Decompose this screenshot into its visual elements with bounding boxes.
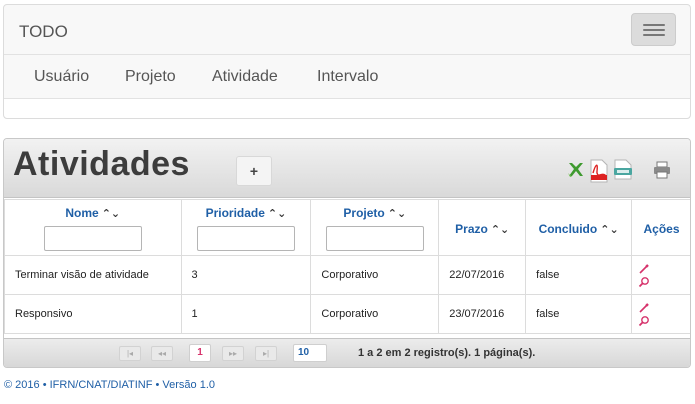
paginator-report: 1 a 2 em 2 registro(s). 1 página(s). [358, 347, 536, 359]
page-button-1[interactable]: 1 [189, 344, 211, 362]
sort-icon[interactable]: ⌃⌄ [491, 224, 509, 236]
sort-icon[interactable]: ⌃⌄ [600, 224, 618, 236]
excel-icon[interactable] [566, 159, 586, 179]
column-label[interactable]: Nome [65, 206, 98, 220]
sort-icon[interactable]: ⌃⌄ [102, 208, 120, 220]
cell-actions [631, 255, 690, 295]
nav-link-usuario[interactable]: Usuário [34, 68, 89, 86]
cell-nome: Responsivo [4, 294, 182, 334]
edit-icon[interactable] [638, 263, 650, 275]
prev-page-button[interactable]: ◂◂ [151, 346, 173, 361]
cell-prazo: 22/07/2016 [438, 255, 527, 295]
pdf-icon[interactable] [589, 159, 609, 183]
view-icon[interactable] [638, 276, 650, 288]
column-label[interactable]: Prioridade [206, 206, 265, 220]
column-label[interactable]: Prazo [455, 222, 488, 236]
view-icon[interactable] [638, 315, 650, 327]
cell-prioridade: 1 [180, 294, 312, 334]
filter-nome-input[interactable] [43, 226, 142, 251]
nav-link-intervalo[interactable]: Intervalo [317, 68, 378, 86]
table-row[interactable]: Terminar visão de atividade 3 Corporativ… [4, 255, 690, 295]
atividades-table: Nome ⌃⌄ Prioridade ⌃⌄ Projeto ⌃⌄ Prazo ⌃⌄ Co… [4, 199, 690, 334]
cell-prioridade: 3 [180, 255, 312, 295]
filter-prioridade-input[interactable] [196, 226, 295, 251]
column-header-projeto[interactable]: Projeto ⌃⌄ [310, 199, 440, 256]
column-header-prioridade[interactable]: Prioridade ⌃⌄ [180, 199, 312, 256]
edit-icon[interactable] [638, 302, 650, 314]
print-icon[interactable] [652, 161, 672, 179]
cell-prazo: 23/07/2016 [438, 294, 527, 334]
page-title: Atividades [13, 145, 190, 183]
nav-link-projeto[interactable]: Projeto [125, 68, 176, 86]
column-label: Ações [643, 221, 680, 236]
nav-bottom-strip [4, 98, 690, 118]
cell-nome: Terminar visão de atividade [4, 255, 182, 295]
sort-icon[interactable]: ⌃⌄ [268, 208, 286, 220]
panel-header: Atividades + [4, 139, 690, 198]
column-label[interactable]: Concluido [539, 222, 598, 236]
column-header-prazo[interactable]: Prazo ⌃⌄ [438, 199, 527, 256]
nav-link-atividade[interactable]: Atividade [212, 68, 278, 86]
cell-actions [631, 294, 690, 334]
next-page-button[interactable]: ▸▸ [222, 346, 244, 361]
filter-projeto-input[interactable] [325, 226, 424, 251]
cell-concluido: false [525, 255, 633, 295]
add-button[interactable]: + [236, 156, 272, 186]
table-row[interactable]: Responsivo 1 Corporativo 23/07/2016 fals… [4, 294, 690, 334]
column-header-acoes: Ações [631, 199, 690, 256]
navbar: TODO Usuário Projeto Atividade Intervalo [3, 4, 691, 119]
hamburger-icon-bar [643, 24, 665, 26]
cell-projeto: Corporativo [310, 255, 440, 295]
cell-projeto: Corporativo [310, 294, 440, 334]
sort-icon[interactable]: ⌃⌄ [388, 208, 406, 220]
paginator: |◂ ◂◂ 1 ▸▸ ▸| 10 1 a 2 em 2 registro(s).… [4, 338, 690, 367]
brand[interactable]: TODO [19, 22, 68, 42]
nav-links: Usuário Projeto Atividade Intervalo [4, 55, 690, 99]
first-page-button[interactable]: |◂ [119, 346, 141, 361]
table-header-row: Nome ⌃⌄ Prioridade ⌃⌄ Projeto ⌃⌄ Prazo ⌃⌄ Co… [4, 199, 690, 256]
rows-per-page-select[interactable]: 10 [293, 344, 327, 362]
csv-icon[interactable] [612, 159, 634, 181]
cell-concluido: false [525, 294, 633, 334]
hamburger-icon-bar [643, 34, 665, 36]
column-header-nome[interactable]: Nome ⌃⌄ [4, 199, 182, 256]
hamburger-icon-bar [643, 29, 665, 31]
column-header-concluido[interactable]: Concluido ⌃⌄ [525, 199, 633, 256]
last-page-button[interactable]: ▸| [255, 346, 277, 361]
atividades-panel: Atividades + Nome ⌃⌄ Prioridade ⌃⌄ Proje… [3, 138, 691, 368]
column-label[interactable]: Projeto [343, 206, 384, 220]
footer-text: © 2016 • IFRN/CNAT/DIATINF • Versão 1.0 [4, 379, 216, 391]
menu-toggle-button[interactable] [631, 13, 676, 46]
